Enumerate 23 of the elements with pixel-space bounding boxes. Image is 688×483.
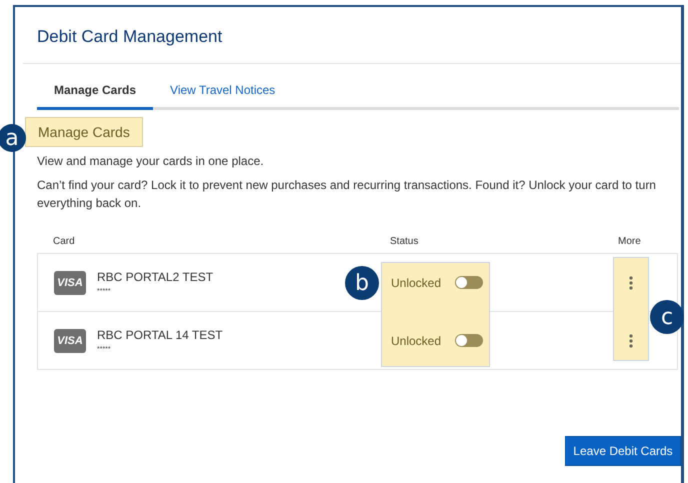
tab[interactable]: Manage Cards — [37, 83, 154, 110]
leave-button[interactable]: Leave Debit Cards — [565, 436, 681, 466]
more-icon[interactable] — [628, 334, 634, 348]
visa-card-icon: VISA — [54, 328, 86, 352]
column-header: More — [618, 236, 642, 247]
column-header: Status — [390, 236, 420, 247]
callout-marker: c — [650, 300, 684, 334]
card-name: RBC PORTAL2 TEST — [97, 270, 214, 284]
callout-marker: a — [0, 124, 26, 152]
column-header: Card — [53, 236, 76, 247]
page-title: Debit Card Management — [36, 26, 224, 48]
lock-toggle[interactable] — [455, 334, 484, 347]
intro-text: View and manage your cards in one place. — [37, 153, 265, 170]
card-name: RBC PORTAL 14 TEST — [97, 328, 223, 342]
more-icon[interactable] — [628, 276, 634, 290]
status-label: Unlocked — [391, 276, 442, 290]
lock-toggle[interactable] — [455, 276, 484, 289]
callout-marker: b — [345, 266, 379, 300]
help-text: Can’t find your card? Lock it to prevent new purchases and recurring transactions. Found it? Unlock your card to turn everything back on. — [37, 177, 657, 212]
section-heading: Manage Cards — [25, 117, 143, 147]
visa-card-icon: VISA — [54, 270, 86, 294]
status-label: Unlocked — [391, 334, 442, 348]
tab[interactable]: View Travel Notices — [153, 83, 292, 110]
